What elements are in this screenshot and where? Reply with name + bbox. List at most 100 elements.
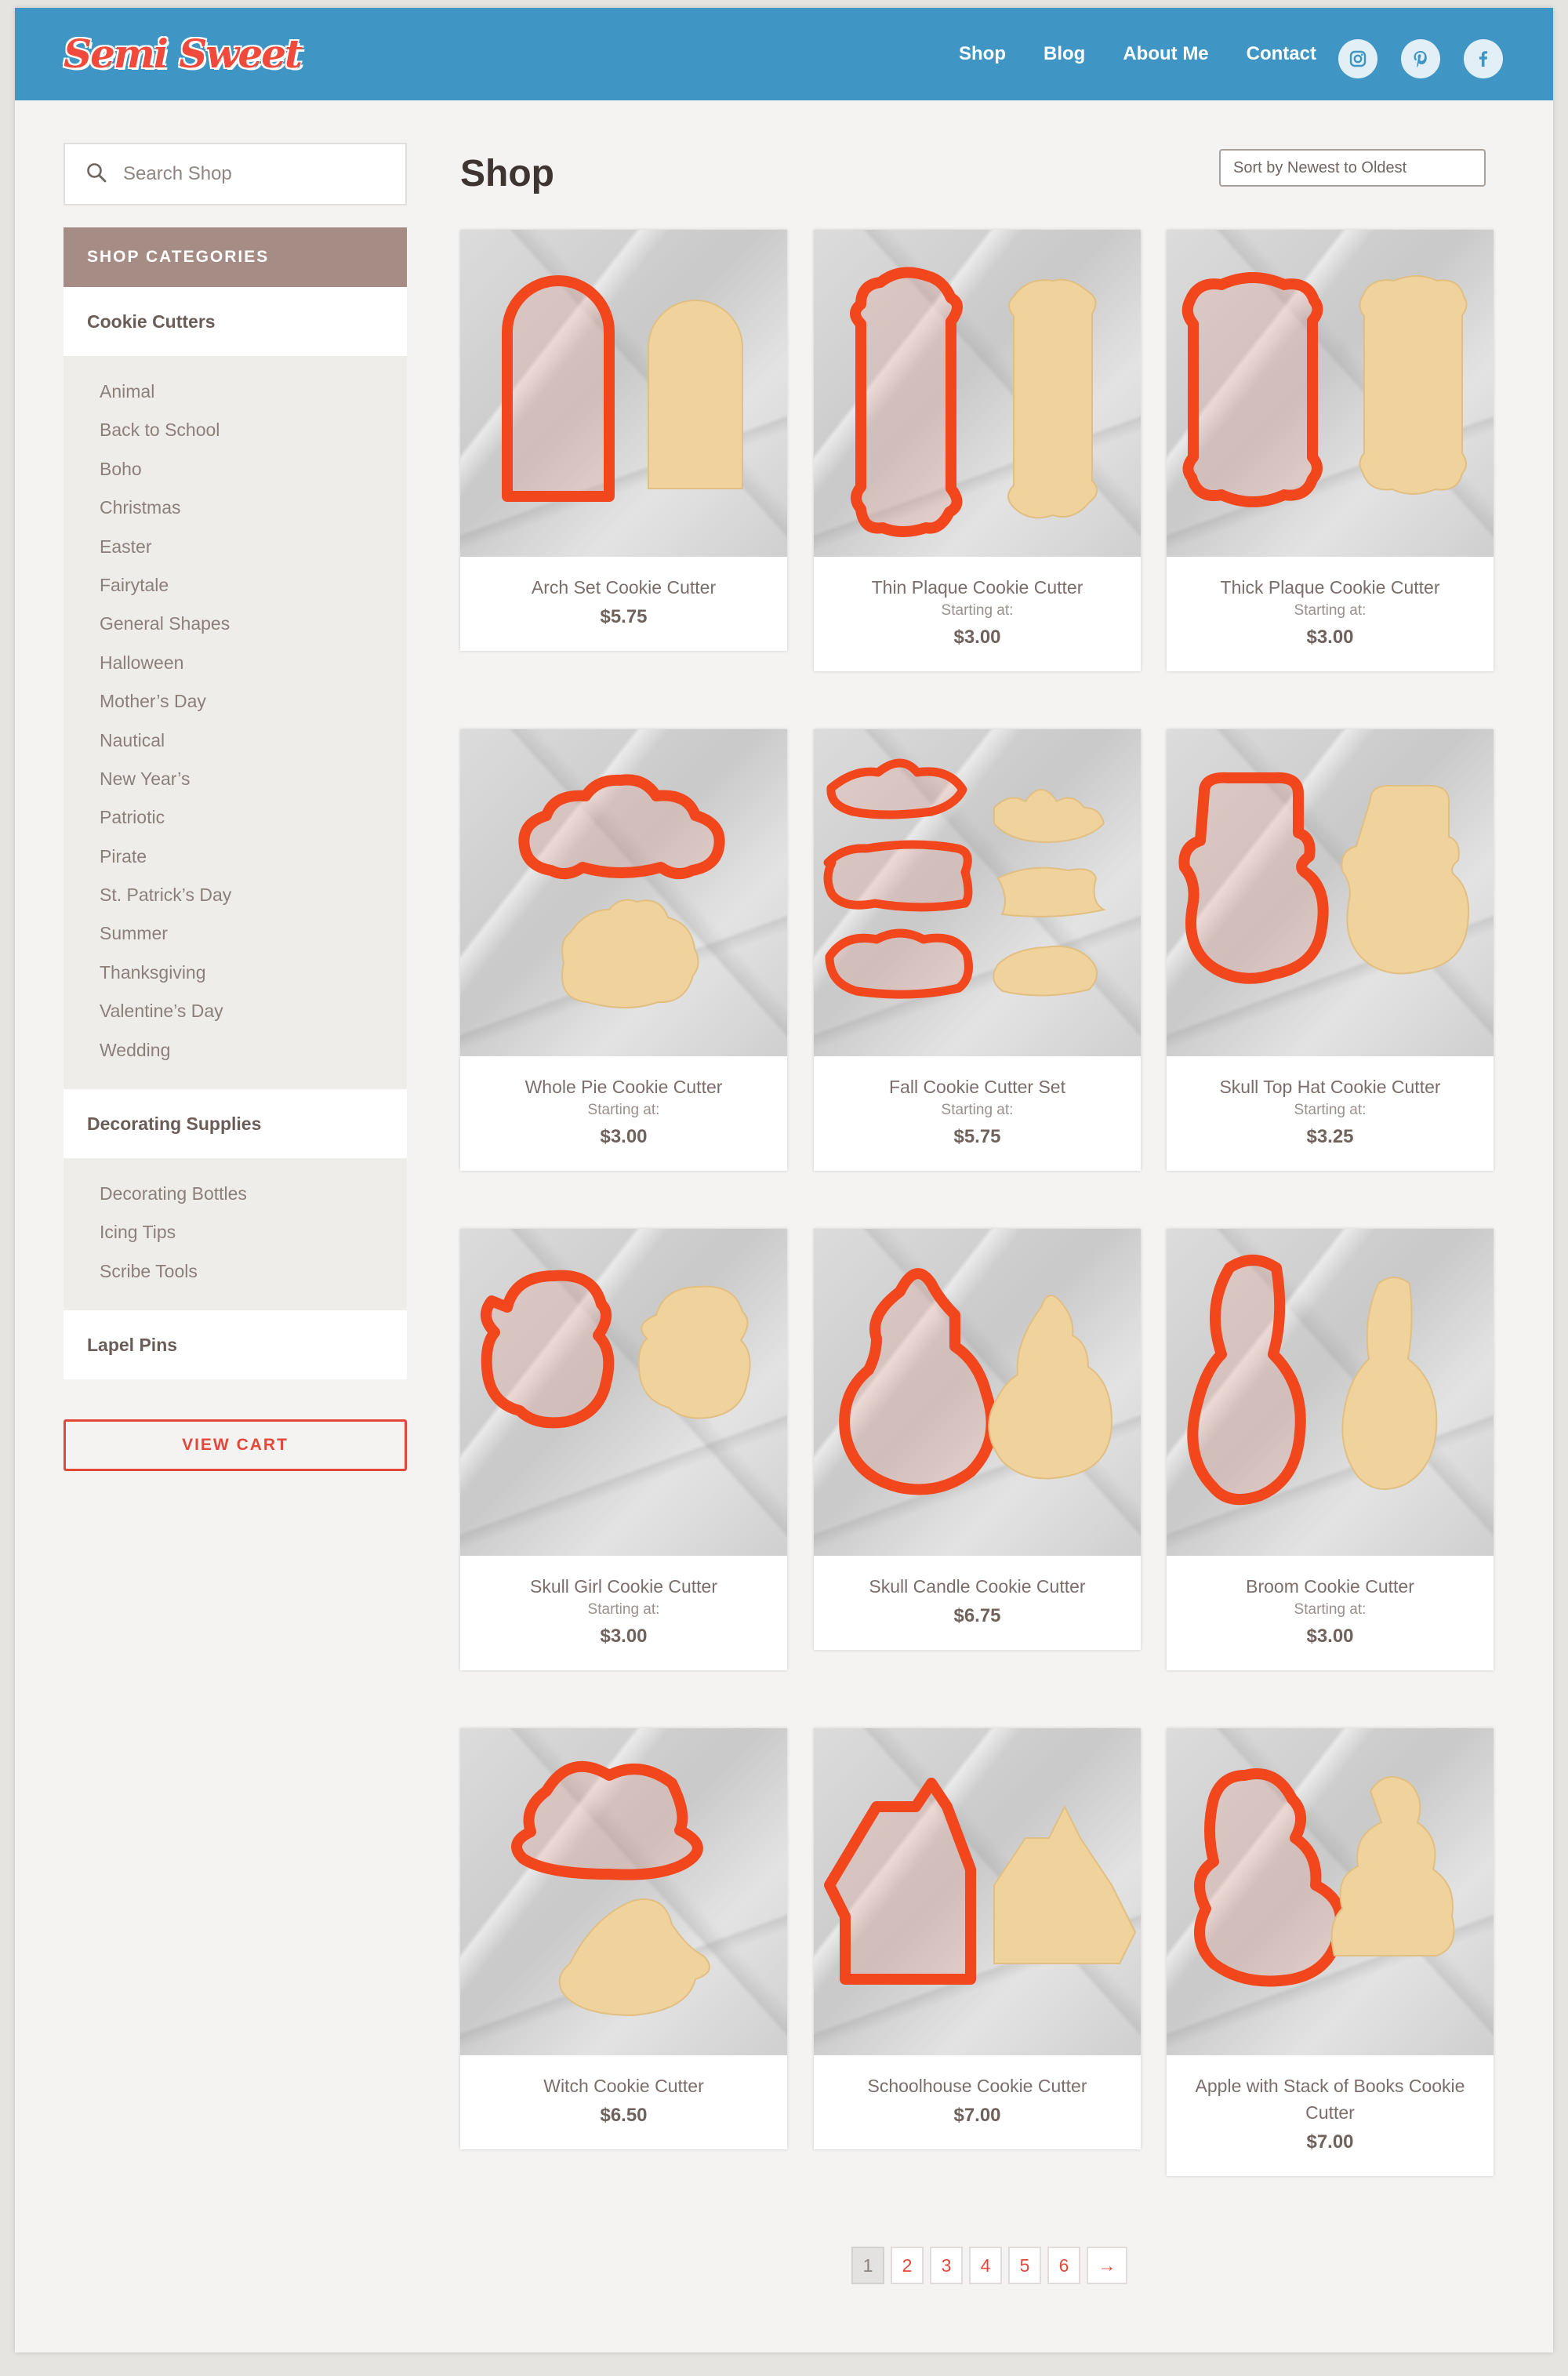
product-price: $3.00 — [1306, 627, 1354, 648]
product-card[interactable]: Apple with Stack of Books Cookie Cutter … — [1167, 1728, 1494, 2176]
product-name[interactable]: Thick Plaque Cookie Cutter — [1182, 574, 1478, 601]
category-item[interactable]: Valentine’s Day — [100, 999, 407, 1037]
category-item[interactable]: New Year’s — [100, 767, 407, 805]
product-price: $5.75 — [600, 606, 648, 627]
category-item[interactable]: Halloween — [100, 651, 407, 689]
page-5[interactable]: 5 — [1008, 2247, 1041, 2284]
product-name[interactable]: Skull Candle Cookie Cutter — [829, 1573, 1125, 1600]
nav-shop[interactable]: Shop — [959, 43, 1006, 65]
product-name[interactable]: Fall Cookie Cutter Set — [829, 1074, 1125, 1100]
product-card[interactable]: Broom Cookie Cutter Starting at: $3.00 — [1167, 1229, 1494, 1670]
product-image[interactable] — [1167, 729, 1494, 1056]
view-cart-button[interactable]: VIEW CART — [64, 1419, 407, 1471]
starting-at-label: Starting at: — [941, 602, 1014, 619]
category-item[interactable]: Patriotic — [100, 805, 407, 844]
nav-about[interactable]: About Me — [1123, 43, 1208, 65]
product-image[interactable] — [814, 230, 1141, 557]
main-nav: Shop Blog About Me Contact — [959, 8, 1316, 100]
category-item[interactable]: St. Patrick’s Day — [100, 883, 407, 921]
product-image[interactable] — [1167, 1728, 1494, 2055]
product-name[interactable]: Thin Plaque Cookie Cutter — [829, 574, 1125, 601]
product-card[interactable]: Skull Girl Cookie Cutter Starting at: $3… — [460, 1229, 787, 1670]
category-item[interactable]: Nautical — [100, 728, 407, 767]
product-image[interactable] — [1167, 1229, 1494, 1556]
product-name[interactable]: Skull Top Hat Cookie Cutter — [1182, 1074, 1478, 1100]
category-item[interactable]: Wedding — [100, 1038, 407, 1077]
product-price: $6.75 — [953, 1605, 1001, 1626]
product-image[interactable] — [814, 1728, 1141, 2055]
page-6[interactable]: 6 — [1047, 2247, 1080, 2284]
product-price: $6.50 — [600, 2105, 648, 2126]
instagram-icon[interactable] — [1338, 39, 1377, 78]
category-item[interactable]: Thanksgiving — [100, 961, 407, 999]
category-item[interactable]: Fairytale — [100, 573, 407, 612]
facebook-icon[interactable] — [1464, 39, 1503, 78]
next-page-arrow-icon[interactable]: → — [1087, 2247, 1127, 2284]
product-card[interactable]: Schoolhouse Cookie Cutter $7.00 — [814, 1728, 1141, 2149]
category-item[interactable]: Pirate — [100, 845, 407, 883]
product-price: $3.00 — [600, 1626, 648, 1647]
search-input[interactable] — [123, 163, 374, 185]
starting-at-label: Starting at: — [1294, 1601, 1367, 1618]
nav-blog[interactable]: Blog — [1044, 43, 1085, 65]
product-image[interactable] — [460, 1229, 787, 1556]
product-image[interactable] — [1167, 230, 1494, 557]
page-4[interactable]: 4 — [969, 2247, 1002, 2284]
product-card[interactable]: Thin Plaque Cookie Cutter Starting at: $… — [814, 230, 1141, 671]
product-price: $3.25 — [1306, 1126, 1354, 1147]
search-icon[interactable] — [85, 162, 107, 187]
page-3[interactable]: 3 — [930, 2247, 963, 2284]
product-card[interactable]: Fall Cookie Cutter Set Starting at: $5.7… — [814, 729, 1141, 1171]
site-header: Semi Sweet Shop Blog About Me Contact — [15, 8, 1553, 100]
logo[interactable]: Semi Sweet — [64, 24, 303, 83]
category-item[interactable]: Decorating Bottles — [100, 1182, 407, 1220]
product-price: $5.75 — [953, 1126, 1001, 1147]
category-item[interactable]: Icing Tips — [100, 1220, 407, 1259]
product-price: $7.00 — [953, 2105, 1001, 2126]
category-item[interactable]: Back to School — [100, 418, 407, 456]
product-name[interactable]: Apple with Stack of Books Cookie Cutter — [1182, 2073, 1478, 2126]
category-item[interactable]: Scribe Tools — [100, 1259, 407, 1298]
pinterest-icon[interactable] — [1401, 39, 1440, 78]
product-card[interactable]: Witch Cookie Cutter $6.50 — [460, 1728, 787, 2149]
product-card[interactable]: Thick Plaque Cookie Cutter Starting at: … — [1167, 230, 1494, 671]
product-image[interactable] — [814, 729, 1141, 1056]
category-item[interactable]: General Shapes — [100, 612, 407, 650]
category-item[interactable]: Easter — [100, 535, 407, 573]
product-name[interactable]: Skull Girl Cookie Cutter — [476, 1573, 771, 1600]
category-decorating-supplies[interactable]: Decorating Supplies — [64, 1089, 407, 1159]
shop-categories: SHOP CATEGORIES Cookie Cutters Animal Ba… — [64, 227, 407, 1380]
category-lapel-pins[interactable]: Lapel Pins — [64, 1310, 407, 1380]
product-card[interactable]: Whole Pie Cookie Cutter Starting at: $3.… — [460, 729, 787, 1171]
product-price: $3.00 — [1306, 1626, 1354, 1647]
product-image[interactable] — [460, 729, 787, 1056]
product-name[interactable]: Broom Cookie Cutter — [1182, 1573, 1478, 1600]
category-cookie-cutters[interactable]: Cookie Cutters — [64, 287, 407, 356]
page-1[interactable]: 1 — [851, 2247, 884, 2284]
starting-at-label: Starting at: — [587, 1601, 660, 1618]
product-price: $3.00 — [600, 1126, 648, 1147]
category-item[interactable]: Boho — [100, 457, 407, 496]
nav-contact[interactable]: Contact — [1247, 43, 1316, 65]
product-name[interactable]: Schoolhouse Cookie Cutter — [829, 2073, 1125, 2099]
category-item[interactable]: Mother’s Day — [100, 689, 407, 728]
category-item[interactable]: Animal — [100, 380, 407, 418]
search-box — [64, 143, 407, 205]
product-name[interactable]: Witch Cookie Cutter — [476, 2073, 771, 2099]
cookie-cutters-list: Animal Back to School Boho Christmas Eas… — [64, 356, 407, 1090]
sort-select[interactable]: Sort by Newest to Oldest — [1219, 149, 1486, 187]
product-image[interactable] — [460, 230, 787, 557]
page-2[interactable]: 2 — [891, 2247, 924, 2284]
product-card[interactable]: Arch Set Cookie Cutter $5.75 — [460, 230, 787, 651]
category-item[interactable]: Summer — [100, 921, 407, 960]
product-name[interactable]: Arch Set Cookie Cutter — [476, 574, 771, 601]
product-card[interactable]: Skull Candle Cookie Cutter $6.75 — [814, 1229, 1141, 1650]
product-image[interactable] — [814, 1229, 1141, 1556]
logo-text: Semi Sweet — [64, 30, 303, 77]
page: Semi Sweet Shop Blog About Me Contact Se… — [15, 8, 1553, 2352]
product-image[interactable] — [460, 1728, 787, 2055]
product-card[interactable]: Skull Top Hat Cookie Cutter Starting at:… — [1167, 729, 1494, 1171]
decorating-supplies-list: Decorating Bottles Icing Tips Scribe Too… — [64, 1158, 407, 1311]
product-name[interactable]: Whole Pie Cookie Cutter — [476, 1074, 771, 1100]
category-item[interactable]: Christmas — [100, 496, 407, 534]
